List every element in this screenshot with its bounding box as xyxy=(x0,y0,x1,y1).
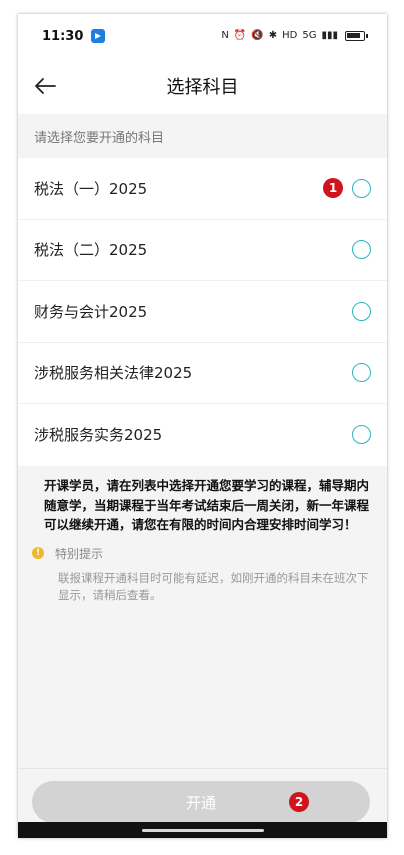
mute-icon: 🔇 xyxy=(251,30,264,41)
subject-item-tax-related-law[interactable]: 涉税服务相关法律2025 xyxy=(18,343,387,404)
status-icons: N ⏰ 🔇 ✱ HD 5G ▮▮▮ xyxy=(221,30,368,41)
open-button-label: 开通 xyxy=(185,793,216,812)
subject-label: 财务与会计2025 xyxy=(34,302,148,321)
subject-radio[interactable] xyxy=(352,301,371,321)
annotation-marker-2: 2 xyxy=(289,792,309,812)
subject-radio[interactable] xyxy=(352,178,371,198)
subject-label: 税法（一）2025 xyxy=(34,179,148,198)
warning-icon: ! xyxy=(32,547,44,559)
battery-icon xyxy=(345,31,368,41)
alarm-icon: ⏰ xyxy=(233,30,247,41)
tip-title: 特别提示 xyxy=(55,546,104,561)
subject-radio[interactable] xyxy=(352,425,371,445)
subject-item-tax-practice[interactable]: 涉税服务实务2025 xyxy=(18,404,387,466)
phone-screen: 11:30 N ⏰ 🔇 ✱ HD 5G ▮▮▮ 选择科目 请选择您要开通的科目 … xyxy=(18,14,387,838)
subject-item-tax-law-1[interactable]: 税法（一）2025 1 xyxy=(18,158,387,220)
bottom-action-bar: 开通 2 xyxy=(18,768,387,824)
subject-label: 涉税服务实务2025 xyxy=(34,426,163,445)
page-title: 选择科目 xyxy=(166,77,239,98)
subject-radio[interactable] xyxy=(352,240,371,260)
system-nav-bar xyxy=(18,822,387,838)
home-indicator[interactable] xyxy=(141,828,264,832)
status-bar: 11:30 N ⏰ 🔇 ✱ HD 5G ▮▮▮ xyxy=(18,14,387,58)
nfc-icon: N xyxy=(221,30,229,41)
arrow-left-icon xyxy=(35,78,56,94)
subject-item-tax-law-2[interactable]: 税法（二）2025 xyxy=(18,220,387,281)
section-hint: 请选择您要开通的科目 xyxy=(34,130,165,146)
app-notification-icon xyxy=(91,29,106,43)
back-button[interactable] xyxy=(30,72,60,100)
special-tip: ! 特别提示 xyxy=(32,545,371,562)
signal-icon: ▮▮▮ xyxy=(321,30,338,41)
notice-text: 开课学员，请在列表中选择开通您要学习的课程，辅导期内随意学，当期课程于当年考试结… xyxy=(44,478,370,532)
subject-list: 税法（一）2025 1 税法（二）2025 财务与会计2025 涉税服务相关法律… xyxy=(18,158,387,466)
subject-radio[interactable] xyxy=(352,363,371,383)
notice-section: 开课学员，请在列表中选择开通您要学习的课程，辅导期内随意学，当期课程于当年考试结… xyxy=(18,466,387,604)
page-header: 选择科目 xyxy=(18,58,387,114)
open-button[interactable]: 开通 xyxy=(32,781,370,823)
subject-label: 涉税服务相关法律2025 xyxy=(34,364,193,383)
subject-item-finance-accounting[interactable]: 财务与会计2025 xyxy=(18,281,387,343)
bluetooth-icon: ✱ xyxy=(268,30,278,41)
subject-label: 税法（二）2025 xyxy=(34,241,148,260)
status-time: 11:30 xyxy=(42,28,84,44)
annotation-marker-1: 1 xyxy=(323,178,343,199)
tip-body: 联报课程开通科目时可能有延迟，如刚开通的科目未在班次下显示，请稍后查看。 xyxy=(58,570,369,602)
network-5g-icon: 5G xyxy=(302,30,317,41)
hd-icon: HD xyxy=(282,30,298,41)
